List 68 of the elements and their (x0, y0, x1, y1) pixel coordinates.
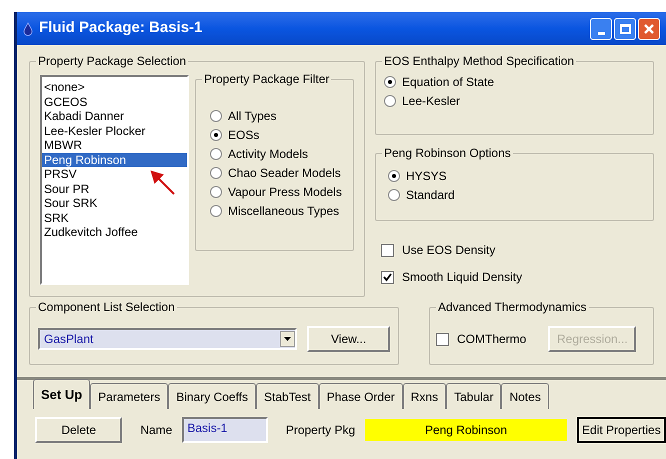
radio-label: Activity Models (228, 146, 308, 162)
group-title: Advanced Thermodynamics (436, 299, 589, 315)
checkbox-label: Use EOS Density (402, 242, 496, 259)
radio-button[interactable] (210, 128, 222, 140)
tab[interactable]: Rxns (402, 383, 446, 409)
property-pkg-label: Property Pkg (286, 422, 356, 439)
radio-label: All Types (228, 108, 276, 124)
list-item[interactable]: <none> (42, 80, 187, 94)
tab[interactable]: Notes (501, 383, 549, 409)
radio-button[interactable] (210, 148, 222, 160)
property-pkg-field: Peng Robinson (365, 419, 567, 441)
radio-button[interactable] (388, 170, 400, 182)
tab[interactable]: Binary Coeffs (168, 383, 256, 409)
radio-button[interactable] (388, 188, 400, 200)
list-item[interactable]: Zudkevitch Joffee (42, 225, 187, 240)
tab[interactable]: Parameters (90, 383, 168, 409)
radio-label: Standard (406, 186, 455, 204)
group-title: Peng Robinson Options (382, 145, 513, 161)
tab[interactable]: Tabular (446, 383, 502, 409)
list-item[interactable]: Kabadi Danner (42, 109, 187, 124)
checkbox-label: COMThermo (457, 331, 526, 348)
edit-properties-button[interactable]: Edit Properties (576, 417, 666, 443)
window-title: Fluid Package: Basis-1 (39, 18, 202, 38)
component-list-dropdown[interactable]: GasPlant (38, 328, 298, 350)
close-button[interactable] (638, 18, 660, 40)
tab[interactable]: Set Up (33, 379, 90, 409)
delete-button[interactable]: Delete (35, 417, 122, 443)
list-item[interactable]: PRSV (42, 167, 187, 182)
group-title: Property Package Filter (202, 71, 332, 87)
tab[interactable]: StabTest (256, 383, 319, 409)
list-item[interactable]: Peng Robinson (42, 152, 187, 167)
view-button[interactable]: View... (307, 326, 390, 352)
checkbox[interactable] (381, 270, 394, 284)
radio-label: Miscellaneous Types (228, 202, 340, 220)
maximize-button[interactable] (614, 18, 636, 40)
tab[interactable]: Phase Order (318, 383, 403, 409)
close-icon (643, 22, 655, 34)
radio-label: Chao Seader Models (228, 164, 341, 182)
radio-label: HYSYS (406, 168, 447, 184)
group-title: Property Package Selection (36, 53, 188, 69)
list-item[interactable]: Lee-Kesler Plocker (42, 124, 187, 138)
radio-button[interactable] (384, 94, 396, 106)
radio-button[interactable] (210, 110, 222, 122)
list-item[interactable]: Sour PR (42, 182, 187, 196)
group-title: EOS Enthalpy Method Specification (382, 53, 576, 69)
radio-label: Vapour Press Models (228, 184, 342, 200)
annotation-arrow (150, 170, 176, 196)
radio-button[interactable] (210, 204, 222, 216)
radio-button[interactable] (210, 186, 222, 198)
list-item[interactable]: MBWR (42, 138, 187, 152)
list-item[interactable]: GCEOS (42, 94, 187, 109)
checkbox[interactable] (381, 244, 394, 256)
group-title: Component List Selection (36, 299, 177, 315)
dropdown-arrow-icon (284, 337, 292, 341)
list-item[interactable]: Sour SRK (42, 196, 187, 210)
checkbox-label: Smooth Liquid Density (402, 269, 522, 286)
name-label: Name (140, 422, 172, 439)
minimize-button[interactable] (590, 18, 612, 40)
radio-label: EOSs (228, 126, 260, 144)
name-field[interactable]: Basis-1 (182, 417, 268, 443)
list-item[interactable]: SRK (42, 210, 187, 225)
package-list[interactable]: <none> GCEOS Kabadi Danner Lee-Kesler Plocker MBWR Peng Robinson PRSV Sour PR Sour SRK SRK Zudkevitch Joffee (40, 75, 189, 285)
checkbox[interactable] (436, 332, 449, 346)
radio-button[interactable] (384, 76, 396, 88)
radio-label: Equation of State (402, 74, 494, 90)
drop-icon (23, 22, 33, 36)
radio-label: Lee-Kesler (402, 92, 460, 110)
radio-button[interactable] (210, 166, 222, 178)
